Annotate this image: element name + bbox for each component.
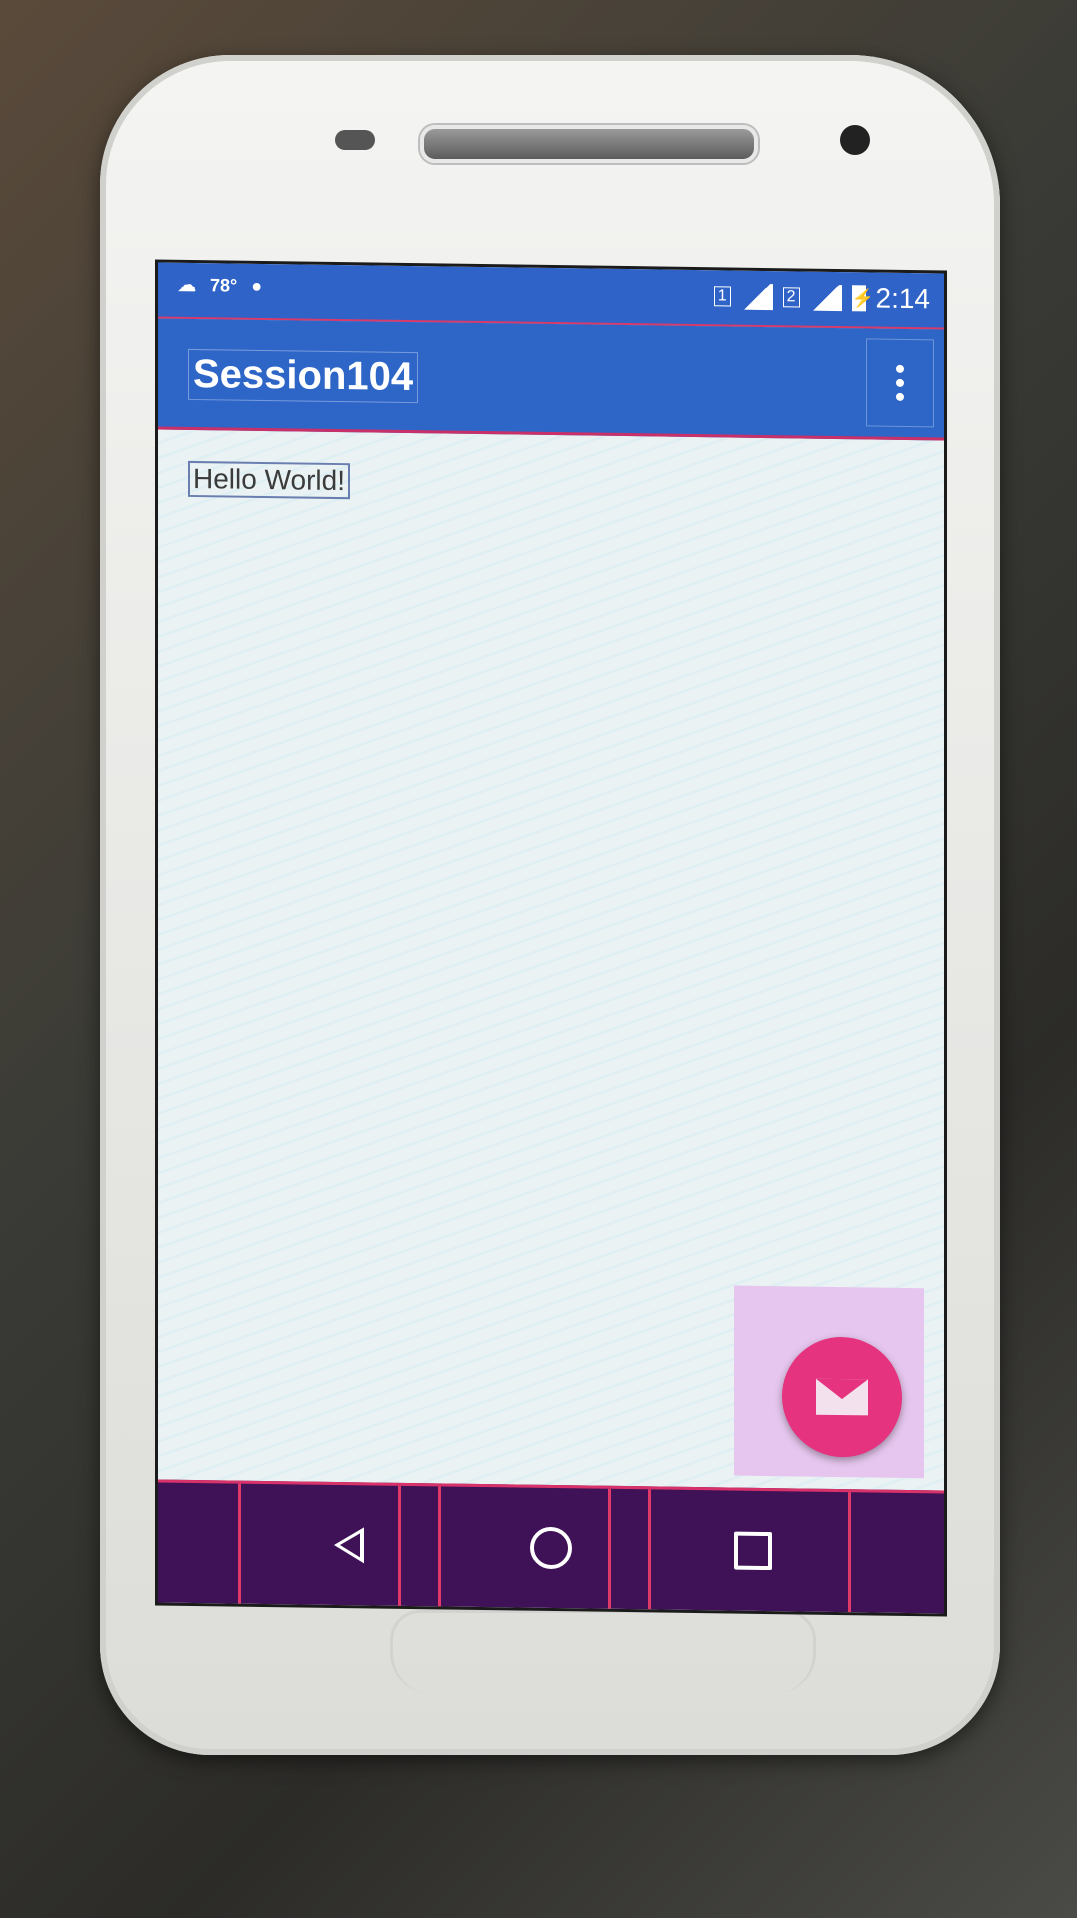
page-title: Session104 bbox=[188, 348, 419, 404]
recents-icon bbox=[734, 1531, 772, 1571]
signal-icon bbox=[740, 283, 773, 311]
phone-chin bbox=[390, 1610, 816, 1693]
email-icon bbox=[816, 1378, 868, 1416]
device-screen: ☁ 78° ● 1 2 ⚡ 2:14 Session104 Hello Worl… bbox=[155, 259, 947, 1617]
front-camera bbox=[840, 125, 870, 155]
weather-icon: ☁ bbox=[178, 274, 196, 296]
back-button[interactable] bbox=[314, 1510, 384, 1581]
home-button[interactable] bbox=[516, 1513, 586, 1584]
back-icon bbox=[334, 1526, 364, 1564]
recents-button[interactable] bbox=[718, 1515, 788, 1586]
clock: 2:14 bbox=[875, 282, 931, 315]
sim1-label: 1 bbox=[713, 286, 731, 307]
hello-text: Hello World! bbox=[188, 460, 350, 500]
app-toolbar: Session104 bbox=[158, 318, 944, 441]
notification-icon: ● bbox=[251, 275, 263, 296]
battery-charging-icon: ⚡ bbox=[851, 285, 874, 312]
earpiece-speaker bbox=[420, 125, 758, 163]
sim2-label: 2 bbox=[782, 287, 800, 308]
navigation-bar bbox=[158, 1479, 944, 1614]
signal-icon bbox=[809, 284, 842, 312]
proximity-sensor bbox=[335, 130, 375, 150]
email-fab-button[interactable] bbox=[782, 1336, 902, 1458]
temperature-label: 78° bbox=[210, 275, 238, 296]
more-vert-icon[interactable] bbox=[866, 338, 934, 428]
home-icon bbox=[530, 1526, 572, 1570]
